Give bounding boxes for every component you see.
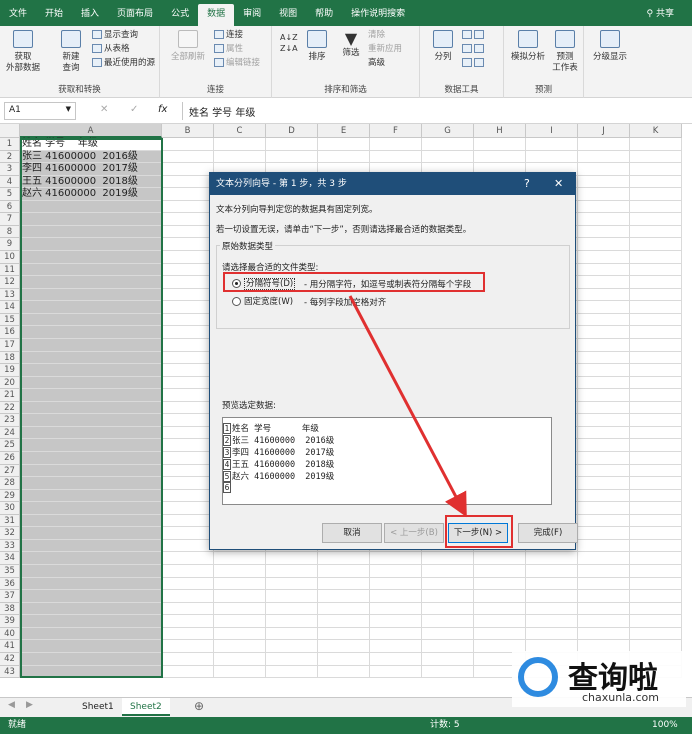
scroll-right-icon[interactable]: ▶ — [26, 700, 33, 710]
status-count: 计数: 5 — [430, 720, 460, 730]
status-bar: 就绪 计数: 5 100% — [0, 717, 692, 734]
zoom-level[interactable]: 100% — [652, 717, 678, 734]
sheet-tab-sheet2[interactable]: Sheet2 — [122, 698, 170, 716]
add-sheet-icon[interactable]: ⊕ — [194, 699, 204, 713]
annotation-arrow — [348, 295, 467, 518]
sheet-tab-sheet1[interactable]: Sheet1 — [74, 698, 122, 716]
status-ready: 就绪 — [8, 720, 27, 730]
watermark: 查询啦 chaxunla.com — [512, 651, 686, 707]
watermark-logo-icon — [518, 657, 558, 697]
scroll-left-icon[interactable]: ◀ — [8, 700, 15, 710]
